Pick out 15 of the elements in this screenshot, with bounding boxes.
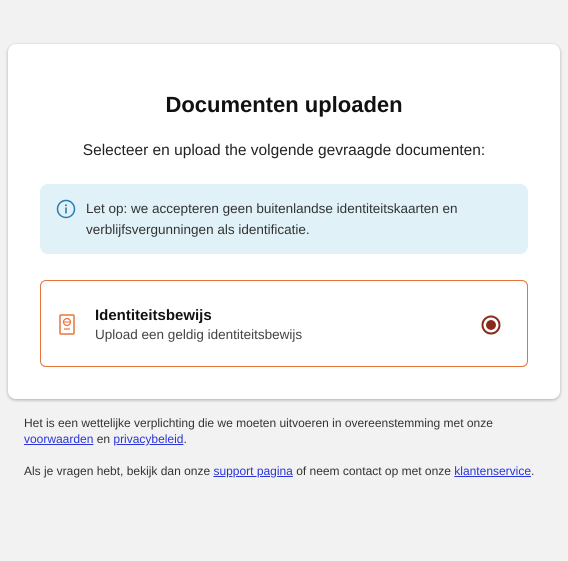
footer-link[interactable]: voorwaarden	[24, 432, 94, 446]
page-title: Documenten uploaden	[164, 92, 404, 118]
option-title: Identiteitsbewijs	[95, 307, 213, 324]
notice-text: Let op: we accepteren geen buitenlandse identiteitskaarten en verblijfsvergunningen als identificatie.	[86, 200, 459, 239]
document-option[interactable]: Identiteitsbewijs Upload een geldig identiteitsbewijs	[40, 280, 528, 367]
instruction-text: Selecteer en upload the volgende gevraagde documenten:	[82, 142, 486, 160]
radio-button[interactable]	[481, 314, 501, 334]
footer-text: Het is een wettelijke verplichting die we moeten uitvoeren in overeenstemming met onze voorwaarden en privacybeleid.	[24, 415, 494, 447]
info-icon	[56, 199, 76, 219]
footer-link[interactable]: klantenservice	[454, 464, 532, 478]
passport-icon	[59, 314, 75, 335]
footer-link[interactable]: privacybeleid	[113, 432, 184, 446]
option-description: Upload een geldig identiteitsbewijs	[95, 327, 304, 342]
footer-text: Als je vragen hebt, bekijk dan onze support pagina of neem contact op met onze klantenservice.	[24, 463, 536, 479]
footer-link[interactable]: support pagina	[213, 464, 293, 478]
